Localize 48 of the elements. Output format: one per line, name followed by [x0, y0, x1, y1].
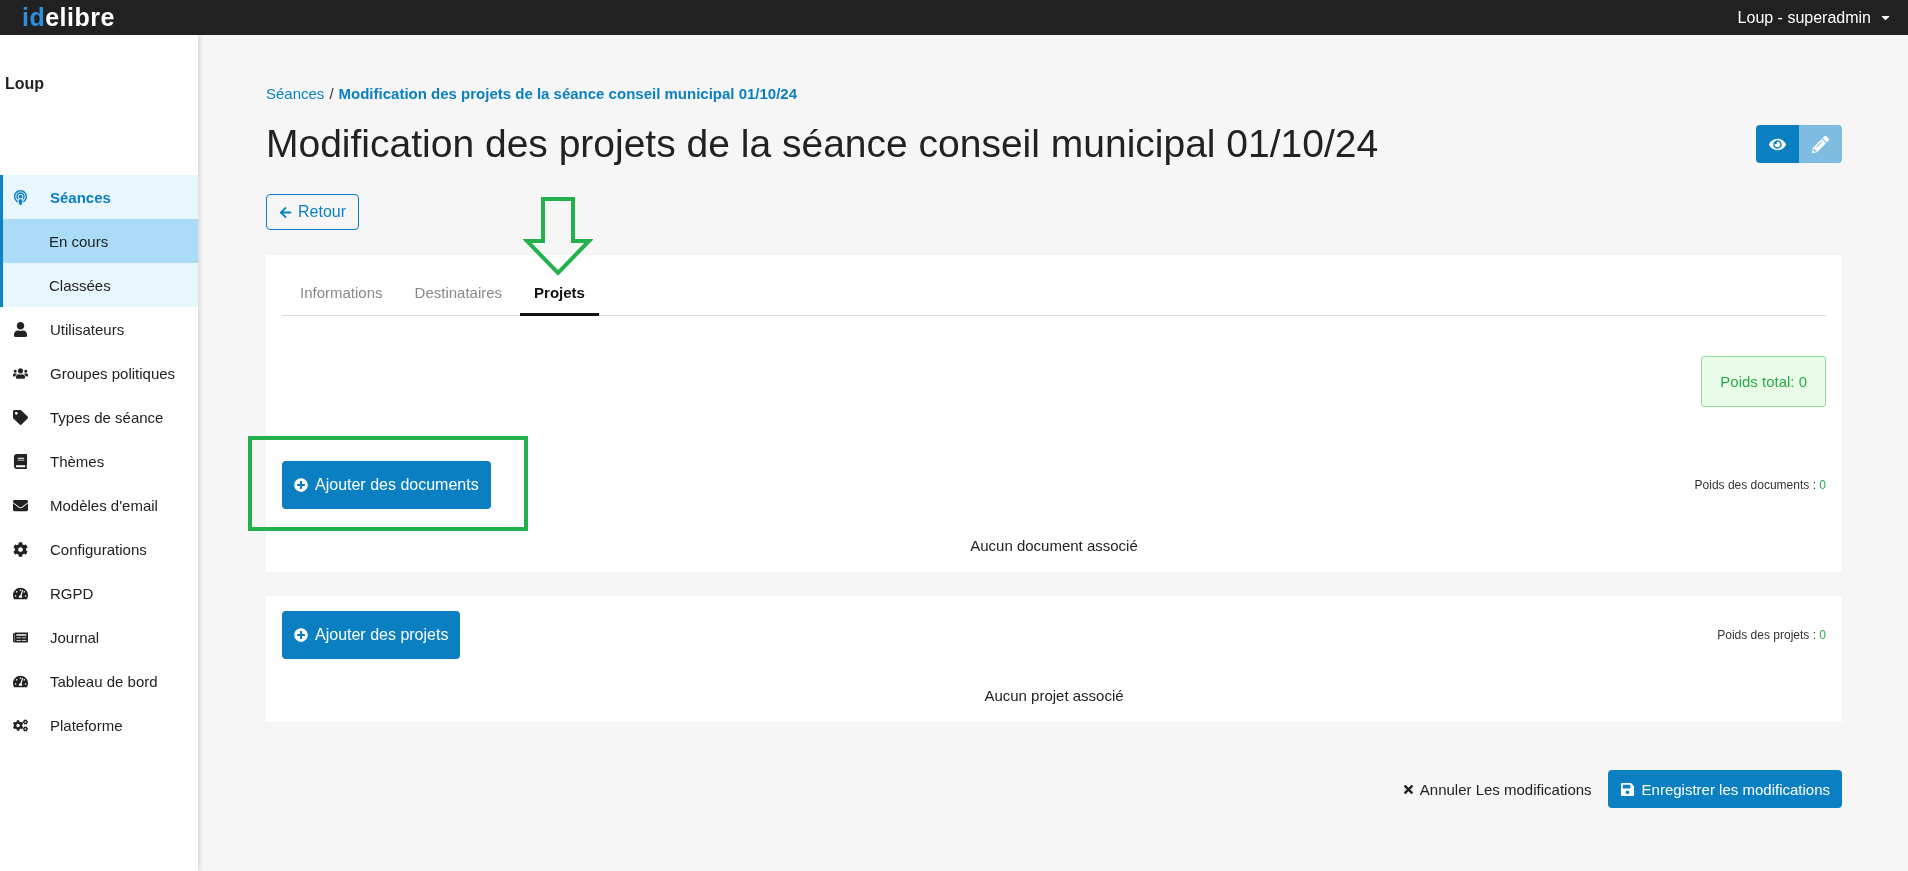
view-button[interactable] [1756, 125, 1799, 163]
user-menu[interactable]: Loup - superadmin [1737, 8, 1892, 27]
tab[interactable]: Informations [286, 271, 397, 316]
breadcrumb-separator: / [329, 85, 334, 102]
user-icon [12, 321, 28, 337]
sidebar-item[interactable]: Tableau de bord [0, 659, 198, 703]
broadcast-icon [12, 189, 28, 205]
pencil-icon [1812, 135, 1829, 153]
envelope-icon [12, 497, 28, 513]
sidebar-subitem[interactable]: En cours [0, 219, 198, 263]
sidebar-item[interactable]: Utilisateurs [0, 307, 198, 351]
gauge-icon [12, 673, 28, 689]
gears-icon [12, 717, 28, 733]
arrow-left-icon [279, 205, 292, 219]
sidebar-item[interactable]: Thèmes [0, 439, 198, 483]
sidebar-subitem[interactable]: Classées [0, 263, 198, 307]
tab[interactable]: Destinataires [400, 271, 517, 316]
add-button[interactable]: Ajouter des projets [282, 611, 461, 659]
tag-icon [12, 409, 28, 425]
tab[interactable]: Projets [520, 271, 599, 316]
breadcrumb-link[interactable]: Modification des projets de la séance conseil municipal 01/10/24 [338, 85, 798, 102]
breadcrumb-link[interactable]: Séances [266, 85, 325, 102]
gauge-icon [12, 585, 28, 601]
weight-label: Poids des projets : 0 [1717, 628, 1826, 642]
sidebar-item[interactable]: Modèles d'email [0, 483, 198, 527]
sidebar-item[interactable]: Types de séance [0, 395, 198, 439]
empty-message: Aucun document associé [969, 536, 1139, 556]
users-icon [12, 365, 28, 381]
cancel-link[interactable]: Annuler Les modifications [1401, 780, 1592, 798]
save-icon [1619, 781, 1635, 797]
sidebar-item[interactable]: Journal [0, 615, 198, 659]
back-button[interactable]: Retour [266, 194, 360, 230]
sidebar-item[interactable]: Configurations [0, 527, 198, 571]
save-button[interactable]: Enregistrer les modifications [1607, 770, 1842, 808]
sidebar-item[interactable]: RGPD [0, 571, 198, 615]
add-button[interactable]: Ajouter des documents [282, 461, 491, 509]
empty-message: Aucun projet associé [983, 686, 1125, 706]
settings-icon [12, 541, 28, 557]
app-logo: idelibre [22, 3, 115, 32]
book-icon [12, 453, 28, 469]
page-title: Modification des projets de la séance conseil municipal 01/10/24 [266, 122, 1379, 166]
total-weight-badge: Poids total: 0 [1701, 356, 1826, 407]
sidebar-item[interactable]: Plateforme [0, 703, 198, 747]
close-icon [1401, 782, 1415, 796]
sidebar-title: Loup [5, 75, 45, 92]
sidebar-item[interactable]: Groupes politiques [0, 351, 198, 395]
weight-label: Poids des documents : 0 [1694, 478, 1826, 492]
sidebar-item[interactable]: Séances [0, 175, 198, 219]
